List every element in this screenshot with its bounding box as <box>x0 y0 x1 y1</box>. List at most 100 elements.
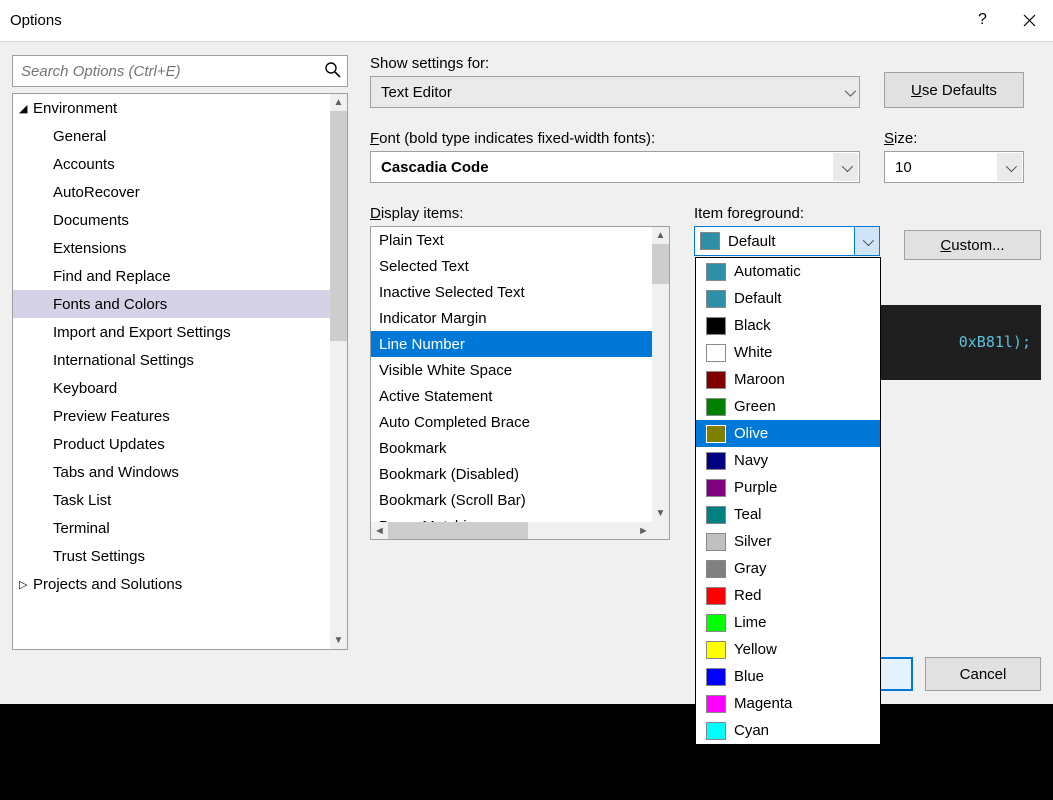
color-option-silver[interactable]: Silver <box>696 528 880 555</box>
scroll-right-arrow[interactable]: ► <box>635 522 652 539</box>
color-label: Green <box>734 398 776 415</box>
color-swatch <box>706 506 726 524</box>
tree-item-product-updates[interactable]: Product Updates <box>13 430 330 458</box>
list-item[interactable]: Selected Text <box>371 253 652 279</box>
scroll-thumb[interactable] <box>330 111 347 341</box>
color-option-cyan[interactable]: Cyan <box>696 717 880 744</box>
list-item[interactable]: Auto Completed Brace <box>371 409 652 435</box>
color-swatch <box>706 290 726 308</box>
list-item[interactable]: Active Statement <box>371 383 652 409</box>
color-option-blue[interactable]: Blue <box>696 663 880 690</box>
color-option-automatic[interactable]: Automatic <box>696 258 880 285</box>
tree-item-documents[interactable]: Documents <box>13 206 330 234</box>
color-swatch <box>706 614 726 632</box>
color-option-red[interactable]: Red <box>696 582 880 609</box>
tree-item-extensions[interactable]: Extensions <box>13 234 330 262</box>
list-item[interactable]: Bookmark (Disabled) <box>371 461 652 487</box>
color-option-purple[interactable]: Purple <box>696 474 880 501</box>
color-label: Silver <box>734 533 772 550</box>
titlebar: Options ? <box>0 0 1053 41</box>
list-item[interactable]: Visible White Space <box>371 357 652 383</box>
size-dropdown[interactable]: 10 <box>884 151 1024 183</box>
custom-fg-button[interactable]: Custom... <box>904 230 1041 260</box>
color-option-gray[interactable]: Gray <box>696 555 880 582</box>
color-option-navy[interactable]: Navy <box>696 447 880 474</box>
tree-item-task-list[interactable]: Task List <box>13 486 330 514</box>
scroll-up-arrow[interactable]: ▲ <box>330 94 347 111</box>
color-option-white[interactable]: White <box>696 339 880 366</box>
left-pane: ◢ EnvironmentGeneralAccountsAutoRecoverD… <box>12 55 348 650</box>
tree-item-trust-settings[interactable]: Trust Settings <box>13 542 330 570</box>
list-item[interactable]: Plain Text <box>371 227 652 253</box>
tree-item-fonts-and-colors[interactable]: Fonts and Colors <box>13 290 330 318</box>
list-item[interactable]: Inactive Selected Text <box>371 279 652 305</box>
color-option-magenta[interactable]: Magenta <box>696 690 880 717</box>
window-title: Options <box>0 12 959 29</box>
scroll-down-arrow[interactable]: ▼ <box>652 505 669 522</box>
list-item[interactable]: Line Number <box>371 331 652 357</box>
color-swatch <box>706 425 726 443</box>
color-label: Navy <box>734 452 768 469</box>
tree-item-tabs-and-windows[interactable]: Tabs and Windows <box>13 458 330 486</box>
scroll-up-arrow[interactable]: ▲ <box>652 227 669 244</box>
tree-item-projects[interactable]: ▷ Projects and Solutions <box>13 570 330 598</box>
help-button[interactable]: ? <box>959 0 1006 41</box>
scroll-thumb[interactable] <box>652 244 669 284</box>
scroll-down-arrow[interactable]: ▼ <box>330 632 347 649</box>
close-icon <box>1023 14 1036 27</box>
listbox-vscroll[interactable]: ▲ ▼ <box>652 227 669 522</box>
item-foreground-dropdown[interactable]: Default AutomaticDefaultBlackWhiteMaroon… <box>694 226 880 256</box>
scroll-left-arrow[interactable]: ◄ <box>371 522 388 539</box>
color-label: Blue <box>734 668 764 685</box>
display-items-listbox[interactable]: Plain TextSelected TextInactive Selected… <box>370 226 670 540</box>
show-settings-value: Text Editor <box>381 84 452 101</box>
use-defaults-button[interactable]: Use Defaults <box>884 72 1024 108</box>
color-label: Lime <box>734 614 767 631</box>
color-label: Cyan <box>734 722 769 739</box>
item-foreground-label: Item foreground: <box>694 205 880 222</box>
tree-item-terminal[interactable]: Terminal <box>13 514 330 542</box>
color-option-lime[interactable]: Lime <box>696 609 880 636</box>
show-settings-label: Show settings for: <box>370 55 860 72</box>
color-option-black[interactable]: Black <box>696 312 880 339</box>
font-dropdown[interactable]: Cascadia Code <box>370 151 860 183</box>
tree-item-find-and-replace[interactable]: Find and Replace <box>13 262 330 290</box>
list-item[interactable]: Bookmark (Scroll Bar) <box>371 487 652 513</box>
color-label: Maroon <box>734 371 785 388</box>
tree-item-environment[interactable]: ◢ Environment <box>13 94 330 122</box>
list-item[interactable]: Indicator Margin <box>371 305 652 331</box>
tree-item-keyboard[interactable]: Keyboard <box>13 374 330 402</box>
preview-text: 0xB81l); <box>959 333 1031 351</box>
search-input[interactable] <box>12 55 348 87</box>
color-option-yellow[interactable]: Yellow <box>696 636 880 663</box>
color-swatch <box>706 263 726 281</box>
color-swatch <box>706 722 726 740</box>
cancel-button[interactable]: Cancel <box>925 657 1041 691</box>
tree-item-international-settings[interactable]: International Settings <box>13 346 330 374</box>
color-label: Automatic <box>734 263 801 280</box>
tree-item-accounts[interactable]: Accounts <box>13 150 330 178</box>
tree-item-preview-features[interactable]: Preview Features <box>13 402 330 430</box>
list-item[interactable]: Bookmark <box>371 435 652 461</box>
color-option-olive[interactable]: Olive <box>696 420 880 447</box>
close-button[interactable] <box>1006 0 1053 41</box>
chevron-down-icon <box>845 84 853 101</box>
sample-preview: 0xB81l); <box>881 305 1041 380</box>
color-swatch <box>700 232 720 250</box>
listbox-hscroll[interactable]: ◄ ► <box>371 522 669 539</box>
hscroll-thumb[interactable] <box>388 522 528 539</box>
color-option-default[interactable]: Default <box>696 285 880 312</box>
color-swatch <box>706 641 726 659</box>
show-settings-dropdown[interactable]: Text Editor <box>370 76 860 108</box>
tree-item-autorecover[interactable]: AutoRecover <box>13 178 330 206</box>
tree-item-import-and-export-settings[interactable]: Import and Export Settings <box>13 318 330 346</box>
color-option-maroon[interactable]: Maroon <box>696 366 880 393</box>
chevron-down-icon <box>854 227 879 255</box>
color-option-green[interactable]: Green <box>696 393 880 420</box>
tree-item-general[interactable]: General <box>13 122 330 150</box>
tree-scrollbar[interactable]: ▲ ▼ <box>330 94 347 649</box>
color-option-teal[interactable]: Teal <box>696 501 880 528</box>
color-label: Black <box>734 317 771 334</box>
category-tree[interactable]: ◢ EnvironmentGeneralAccountsAutoRecoverD… <box>12 93 348 650</box>
color-dropdown-list[interactable]: Automatic Default Black White Maroon Green Oli… <box>695 257 881 745</box>
